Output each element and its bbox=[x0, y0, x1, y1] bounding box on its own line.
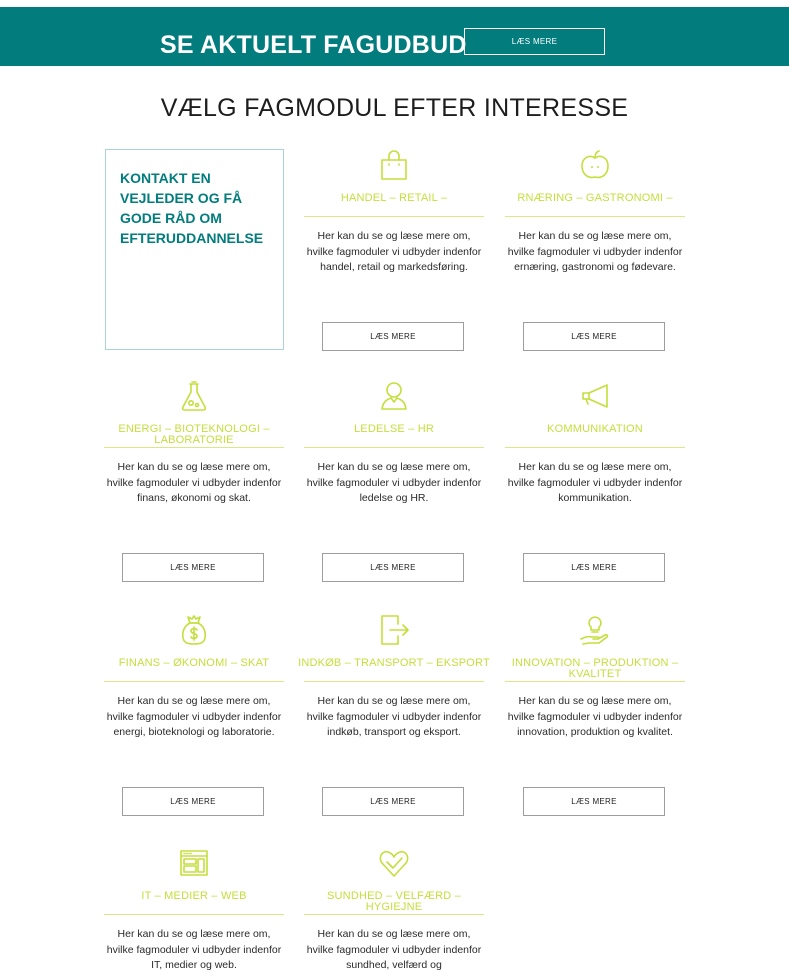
megaphone-icon bbox=[579, 380, 611, 412]
export-icon bbox=[378, 614, 410, 646]
category-description: Her kan du se og læse mere om, hvilke fa… bbox=[507, 695, 683, 738]
divider bbox=[304, 216, 484, 217]
category-title[interactable]: SUNDHED – VELFÆRD – HYGIEJNE bbox=[298, 891, 490, 913]
contact-advisor-text: KONTAKT EN VEJLEDER OG FÅ GODE RÅD OM EF… bbox=[120, 170, 264, 246]
promo-banner: SE AKTUELT FAGUDBUD LÆS MERE bbox=[0, 7, 789, 66]
category-description: Her kan du se og læse mere om, hvilke fa… bbox=[306, 230, 482, 273]
divider bbox=[104, 681, 284, 682]
read-more-button[interactable]: LÆS MERE bbox=[523, 787, 665, 816]
lightbulb-hand-icon bbox=[579, 614, 611, 646]
contact-advisor-box[interactable]: KONTAKT EN VEJLEDER OG FÅ GODE RÅD OM EF… bbox=[105, 149, 284, 350]
divider bbox=[304, 914, 484, 915]
category-title[interactable]: RNÆRING – GASTRONOMI – bbox=[499, 193, 691, 204]
read-more-button[interactable]: LÆS MERE bbox=[322, 787, 464, 816]
read-more-button[interactable]: LÆS MERE bbox=[122, 553, 264, 582]
apple-icon bbox=[579, 149, 611, 181]
read-more-button[interactable]: LÆS MERE bbox=[322, 553, 464, 582]
category-description: Her kan du se og læse mere om, hvilke fa… bbox=[306, 695, 482, 738]
money-bag-icon bbox=[178, 614, 210, 646]
read-more-button[interactable]: LÆS MERE bbox=[523, 322, 665, 351]
flask-icon bbox=[178, 380, 210, 412]
read-more-button[interactable]: LÆS MERE bbox=[523, 553, 665, 582]
person-icon bbox=[378, 380, 410, 412]
category-description: Her kan du se og læse mere om, hvilke fa… bbox=[507, 230, 683, 273]
category-title[interactable]: INNOVATION – PRODUKTION – KVALITET bbox=[499, 658, 691, 680]
category-title[interactable]: ENERGI – BIOTEKNOLOGI – LABORATORIE bbox=[98, 424, 290, 446]
divider bbox=[104, 447, 284, 448]
shopping-bag-icon bbox=[378, 149, 410, 181]
divider bbox=[104, 914, 284, 915]
category-description: Her kan du se og læse mere om, hvilke fa… bbox=[306, 928, 482, 971]
category-title[interactable]: INDKØB – TRANSPORT – EKSPORT bbox=[298, 658, 490, 669]
banner-read-more-button[interactable]: LÆS MERE bbox=[464, 28, 605, 55]
category-title[interactable]: HANDEL – RETAIL – bbox=[298, 193, 490, 204]
read-more-button[interactable]: LÆS MERE bbox=[322, 322, 464, 351]
category-title[interactable]: KOMMUNIKATION bbox=[499, 424, 691, 435]
divider bbox=[304, 681, 484, 682]
section-title: VÆLG FAGMODUL EFTER INTERESSE bbox=[160, 94, 629, 122]
read-more-button[interactable]: LÆS MERE bbox=[122, 787, 264, 816]
category-description: Her kan du se og læse mere om, hvilke fa… bbox=[507, 461, 683, 504]
divider bbox=[505, 216, 685, 217]
category-description: Her kan du se og læse mere om, hvilke fa… bbox=[306, 461, 482, 504]
category-title[interactable]: FINANS – ØKONOMI – SKAT bbox=[98, 658, 290, 669]
banner-title: SE AKTUELT FAGUDBUD bbox=[160, 31, 467, 59]
browser-icon bbox=[178, 847, 210, 879]
divider bbox=[505, 447, 685, 448]
divider bbox=[505, 681, 685, 682]
category-description: Her kan du se og læse mere om, hvilke fa… bbox=[106, 695, 282, 738]
category-title[interactable]: IT – MEDIER – WEB bbox=[98, 891, 290, 902]
category-description: Her kan du se og læse mere om, hvilke fa… bbox=[106, 461, 282, 504]
divider bbox=[304, 447, 484, 448]
heart-check-icon bbox=[378, 847, 410, 879]
category-description: Her kan du se og læse mere om, hvilke fa… bbox=[106, 928, 282, 971]
category-title[interactable]: LEDELSE – HR bbox=[298, 424, 490, 435]
